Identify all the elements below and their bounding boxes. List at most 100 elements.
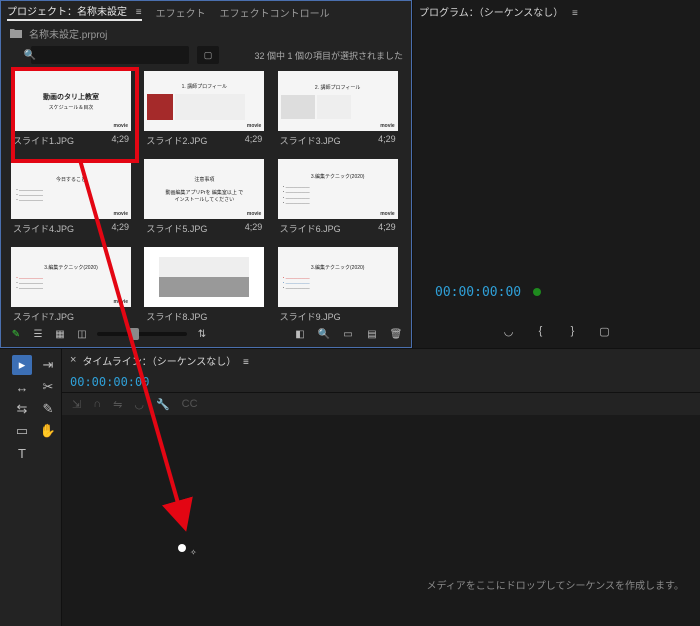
clip-thumbnail: 3.編集テクニック(2020) ・――――――・――――――・――――――・――…: [278, 159, 398, 219]
rectangle-tool[interactable]: ▭: [12, 421, 32, 441]
freeform-view-icon[interactable]: ◫: [75, 327, 89, 341]
search-input[interactable]: [31, 46, 189, 64]
clip-item[interactable]: 3.編集テクニック(2020) ・――――――・――――――・――――――・――…: [278, 159, 398, 247]
timeline-timecode[interactable]: 00:00:00:00: [70, 375, 149, 389]
marker-icon[interactable]: ◡: [502, 324, 516, 338]
clip-name: スライド1.JPG: [13, 134, 74, 147]
linked-selection-icon[interactable]: ⇋: [113, 398, 122, 411]
tab-project-label: プロジェクト：名称未設定: [7, 7, 127, 18]
clip-thumbnail: 今日すること ・――――――・――――――・―――――― movie: [11, 159, 131, 219]
pencil-icon[interactable]: ✎: [9, 327, 23, 341]
clip-thumbnail: 注意事項 動画編集アプリPrを 編集室以上 で インストールしてください mov…: [144, 159, 264, 219]
clip-name: スライド7.JPG: [13, 310, 74, 321]
clip-name: スライド8.JPG: [146, 310, 207, 321]
timeline-title: タイムライン：（シーケンスなし） ≡: [82, 353, 248, 368]
bin-grid: 動画のタリ上教室 スケジュール＆目次 movie スライド1.JPG 4;29 …: [1, 67, 411, 321]
icon-view-icon[interactable]: ▦: [53, 327, 67, 341]
project-search-row: 🔍 ▢ 32 個中 1 個の項目が選択されました: [1, 43, 411, 67]
clip-item[interactable]: 2. 講師プロフィール movie スライド3.JPG 4;29: [278, 71, 398, 159]
project-footer: ✎ ☰ ▦ ◫ ⇅ ◧ 🔍 ▭ ▤ 🗑: [1, 321, 411, 347]
list-view-icon[interactable]: ☰: [31, 327, 45, 341]
insert-overwrite-icon[interactable]: ⇲: [72, 398, 81, 411]
program-panel: プログラム：（シーケンスなし） ≡ 00:00:00:00 ◡ { } ▢: [412, 0, 700, 348]
tool-column: ▸ ⇥ ↔ ✂ ⇆ ✎ ▭ ✋ T: [0, 348, 62, 626]
clip-item[interactable]: 3.編集テクニック(2020) ・―――――― ・――――――・―――――― m…: [11, 247, 131, 321]
snap-icon[interactable]: ∩: [93, 398, 101, 410]
captions-icon[interactable]: CC: [182, 398, 198, 410]
clip-name: スライド9.JPG: [280, 310, 341, 321]
timeline-panel: × タイムライン：（シーケンスなし） ≡ 00:00:00:00 ⇲ ∩ ⇋ ◡…: [62, 348, 700, 626]
clip-duration: 4;29: [111, 222, 129, 235]
clip-name: スライド5.JPG: [146, 222, 207, 235]
sort-icon[interactable]: ⇅: [195, 327, 209, 341]
clip-thumbnail: 2. 講師プロフィール movie: [278, 71, 398, 131]
clip-name: スライド2.JPG: [146, 134, 207, 147]
clip-name: スライド6.JPG: [280, 222, 341, 235]
pen-tool[interactable]: ✎: [38, 399, 58, 419]
zoom-slider[interactable]: [97, 332, 187, 336]
tab-program[interactable]: プログラム：（シーケンスなし） ≡: [419, 4, 578, 19]
type-tool[interactable]: T: [12, 443, 32, 463]
slip-tool[interactable]: ⇆: [12, 399, 32, 419]
settings-icon[interactable]: 🔧: [156, 398, 170, 411]
clip-duration: 4;29: [378, 222, 396, 235]
clip-thumbnail: 動画のタリ上教室 スケジュール＆目次 movie: [11, 71, 131, 131]
timeline-body[interactable]: メディアをここにドロップしてシーケンスを作成します。: [62, 415, 700, 626]
panel-menu-icon[interactable]: ≡: [136, 7, 142, 18]
automate-to-sequence-icon[interactable]: ◧: [293, 327, 307, 341]
drag-cursor-icon: [178, 544, 186, 552]
trash-icon[interactable]: 🗑: [389, 327, 403, 341]
close-icon[interactable]: ×: [70, 354, 76, 366]
clip-thumbnail: 3.編集テクニック(2020) ・―――――― ・――――――・―――――― m…: [11, 247, 131, 307]
clip-duration: 4;29: [245, 222, 263, 235]
razor-tool[interactable]: ✂: [38, 377, 58, 397]
clip-name: スライド4.JPG: [13, 222, 74, 235]
hand-tool[interactable]: ✋: [38, 421, 58, 441]
clip-thumbnail: 3.編集テクニック(2020) ・―――――― ・―――――― ・――――――: [278, 247, 398, 307]
record-indicator-icon: [533, 288, 541, 296]
export-frame-icon[interactable]: ▢: [598, 324, 612, 338]
find-icon[interactable]: 🔍: [317, 327, 331, 341]
bin-icon: ▢: [204, 50, 213, 61]
clip-duration: 4;29: [245, 134, 263, 147]
tab-effects[interactable]: エフェクト: [156, 5, 206, 20]
clip-item[interactable]: 動画のタリ上教室 スケジュール＆目次 movie スライド1.JPG 4;29: [11, 71, 131, 159]
selection-tool[interactable]: ▸: [12, 355, 32, 375]
clip-duration: 4;29: [111, 134, 129, 147]
program-timecode[interactable]: 00:00:00:00: [435, 285, 521, 300]
new-item-icon[interactable]: ▤: [365, 327, 379, 341]
project-path-row: 名称未設定.prproj: [1, 23, 411, 43]
timeline-toolbar: ⇲ ∩ ⇋ ◡ 🔧 CC: [62, 393, 700, 415]
clip-item[interactable]: 1. 講師プロフィール movie スライド2.JPG 4;29: [144, 71, 264, 159]
project-panel: プロジェクト：名称未設定 ≡ エフェクト エフェクトコントロール 名称未設定.p…: [0, 0, 412, 348]
zoom-knob[interactable]: [129, 328, 139, 340]
new-bin-icon[interactable]: ▭: [341, 327, 355, 341]
search-in-button[interactable]: ▢: [197, 46, 219, 64]
project-path-label: 名称未設定.prproj: [29, 26, 107, 41]
panel-menu-icon[interactable]: ≡: [243, 357, 249, 368]
plus-cursor-icon: ✧: [190, 548, 197, 557]
timeline-drop-hint: メディアをここにドロップしてシーケンスを作成します。: [427, 577, 685, 592]
clip-thumbnail: [144, 247, 264, 307]
tab-program-label: プログラム：（シーケンスなし）: [419, 8, 563, 19]
clip-item[interactable]: 注意事項 動画編集アプリPrを 編集室以上 で インストールしてください mov…: [144, 159, 264, 247]
selection-status: 32 個中 1 個の項目が選択されました: [254, 49, 403, 62]
clip-item[interactable]: 3.編集テクニック(2020) ・―――――― ・―――――― ・―――――― …: [278, 247, 398, 321]
program-controls: ◡ { } ▢: [413, 324, 700, 338]
mark-in-icon[interactable]: {: [534, 324, 548, 338]
clip-thumbnail: 1. 講師プロフィール movie: [144, 71, 264, 131]
clip-name: スライド3.JPG: [280, 134, 341, 147]
clip-item[interactable]: 今日すること ・――――――・――――――・―――――― movie スライド4…: [11, 159, 131, 247]
track-select-tool[interactable]: ⇥: [38, 355, 58, 375]
tab-effect-controls[interactable]: エフェクトコントロール: [220, 5, 330, 20]
project-folder-icon: [9, 26, 23, 40]
clip-duration: 4;29: [378, 134, 396, 147]
mark-out-icon[interactable]: }: [566, 324, 580, 338]
tab-project[interactable]: プロジェクト：名称未設定 ≡: [7, 3, 142, 21]
ripple-edit-tool[interactable]: ↔: [12, 377, 32, 397]
clip-item[interactable]: スライド8.JPG: [144, 247, 264, 321]
marker-add-icon[interactable]: ◡: [134, 398, 144, 411]
panel-menu-icon[interactable]: ≡: [572, 8, 578, 19]
project-tab-bar: プロジェクト：名称未設定 ≡ エフェクト エフェクトコントロール: [1, 1, 411, 23]
search-icon: 🔍: [23, 48, 37, 62]
